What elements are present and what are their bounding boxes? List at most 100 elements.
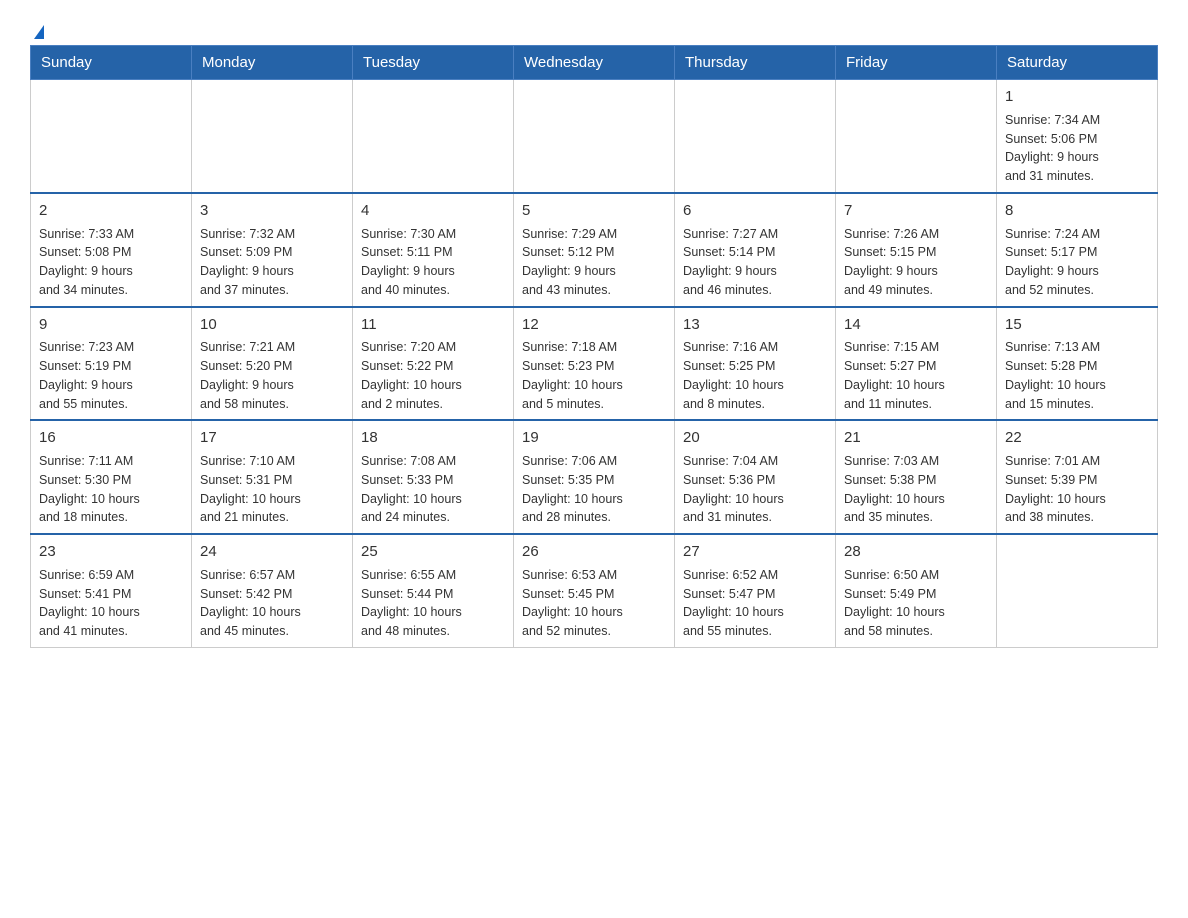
- calendar-cell: [836, 80, 997, 193]
- day-info: Sunrise: 7:30 AM Sunset: 5:11 PM Dayligh…: [361, 225, 505, 300]
- calendar-week-row: 16 Sunrise: 7:11 AM Sunset: 5:30 PM Dayli…: [31, 420, 1158, 534]
- day-number: 23: [39, 541, 183, 563]
- day-number: 12: [522, 314, 666, 336]
- day-number: 21: [844, 427, 988, 449]
- day-info: Sunrise: 7:27 AM Sunset: 5:14 PM Dayligh…: [683, 225, 827, 300]
- day-number: 11: [361, 314, 505, 336]
- day-number: 14: [844, 314, 988, 336]
- day-header-tuesday: Tuesday: [353, 46, 514, 80]
- day-info: Sunrise: 7:16 AM Sunset: 5:25 PM Dayligh…: [683, 338, 827, 413]
- day-number: 25: [361, 541, 505, 563]
- day-header-thursday: Thursday: [675, 46, 836, 80]
- calendar-cell: 20 Sunrise: 7:04 AM Sunset: 5:36 PM Dayli…: [675, 420, 836, 534]
- day-number: 16: [39, 427, 183, 449]
- calendar-cell: 23 Sunrise: 6:59 AM Sunset: 5:41 PM Dayli…: [31, 534, 192, 647]
- day-info: Sunrise: 6:50 AM Sunset: 5:49 PM Dayligh…: [844, 566, 988, 641]
- calendar-cell: 10Sunrise: 7:21 AM Sunset: 5:20 PM Dayli…: [192, 307, 353, 421]
- day-info: Sunrise: 7:23 AM Sunset: 5:19 PM Dayligh…: [39, 338, 183, 413]
- day-number: 6: [683, 200, 827, 222]
- calendar-cell: [997, 534, 1158, 647]
- day-info: Sunrise: 7:01 AM Sunset: 5:39 PM Dayligh…: [1005, 452, 1149, 527]
- logo-text: [30, 25, 44, 39]
- calendar-cell: [353, 80, 514, 193]
- day-number: 2: [39, 200, 183, 222]
- calendar-cell: 13Sunrise: 7:16 AM Sunset: 5:25 PM Dayli…: [675, 307, 836, 421]
- day-number: 28: [844, 541, 988, 563]
- calendar-cell: 12Sunrise: 7:18 AM Sunset: 5:23 PM Dayli…: [514, 307, 675, 421]
- logo: [30, 20, 44, 35]
- day-number: 5: [522, 200, 666, 222]
- calendar-cell: 8 Sunrise: 7:24 AM Sunset: 5:17 PM Daylig…: [997, 193, 1158, 307]
- day-info: Sunrise: 7:33 AM Sunset: 5:08 PM Dayligh…: [39, 225, 183, 300]
- day-info: Sunrise: 7:03 AM Sunset: 5:38 PM Dayligh…: [844, 452, 988, 527]
- day-info: Sunrise: 7:29 AM Sunset: 5:12 PM Dayligh…: [522, 225, 666, 300]
- day-number: 3: [200, 200, 344, 222]
- day-info: Sunrise: 6:53 AM Sunset: 5:45 PM Dayligh…: [522, 566, 666, 641]
- day-info: Sunrise: 7:20 AM Sunset: 5:22 PM Dayligh…: [361, 338, 505, 413]
- calendar-cell: 18 Sunrise: 7:08 AM Sunset: 5:33 PM Dayli…: [353, 420, 514, 534]
- day-number: 1: [1005, 86, 1149, 108]
- day-info: Sunrise: 7:24 AM Sunset: 5:17 PM Dayligh…: [1005, 225, 1149, 300]
- day-header-friday: Friday: [836, 46, 997, 80]
- day-number: 9: [39, 314, 183, 336]
- day-info: Sunrise: 7:21 AM Sunset: 5:20 PM Dayligh…: [200, 338, 344, 413]
- page-header: [30, 20, 1158, 35]
- day-number: 18: [361, 427, 505, 449]
- day-info: Sunrise: 7:18 AM Sunset: 5:23 PM Dayligh…: [522, 338, 666, 413]
- calendar-cell: [31, 80, 192, 193]
- calendar-cell: 15Sunrise: 7:13 AM Sunset: 5:28 PM Dayli…: [997, 307, 1158, 421]
- calendar-week-row: 23 Sunrise: 6:59 AM Sunset: 5:41 PM Dayli…: [31, 534, 1158, 647]
- calendar-cell: 25Sunrise: 6:55 AM Sunset: 5:44 PM Dayli…: [353, 534, 514, 647]
- day-info: Sunrise: 7:08 AM Sunset: 5:33 PM Dayligh…: [361, 452, 505, 527]
- day-info: Sunrise: 7:10 AM Sunset: 5:31 PM Dayligh…: [200, 452, 344, 527]
- day-number: 19: [522, 427, 666, 449]
- calendar-week-row: 2 Sunrise: 7:33 AM Sunset: 5:08 PM Daylig…: [31, 193, 1158, 307]
- day-info: Sunrise: 7:06 AM Sunset: 5:35 PM Dayligh…: [522, 452, 666, 527]
- day-header-sunday: Sunday: [31, 46, 192, 80]
- calendar-week-row: 1 Sunrise: 7:34 AM Sunset: 5:06 PM Daylig…: [31, 80, 1158, 193]
- calendar-cell: 2 Sunrise: 7:33 AM Sunset: 5:08 PM Daylig…: [31, 193, 192, 307]
- calendar-cell: 16 Sunrise: 7:11 AM Sunset: 5:30 PM Dayli…: [31, 420, 192, 534]
- calendar-header-row: SundayMondayTuesdayWednesdayThursdayFrid…: [31, 46, 1158, 80]
- calendar-week-row: 9Sunrise: 7:23 AM Sunset: 5:19 PM Daylig…: [31, 307, 1158, 421]
- day-info: Sunrise: 7:34 AM Sunset: 5:06 PM Dayligh…: [1005, 111, 1149, 186]
- day-info: Sunrise: 6:57 AM Sunset: 5:42 PM Dayligh…: [200, 566, 344, 641]
- day-header-monday: Monday: [192, 46, 353, 80]
- calendar-cell: 9Sunrise: 7:23 AM Sunset: 5:19 PM Daylig…: [31, 307, 192, 421]
- calendar-cell: 11Sunrise: 7:20 AM Sunset: 5:22 PM Dayli…: [353, 307, 514, 421]
- calendar-table: SundayMondayTuesdayWednesdayThursdayFrid…: [30, 45, 1158, 648]
- day-number: 8: [1005, 200, 1149, 222]
- day-number: 13: [683, 314, 827, 336]
- day-header-wednesday: Wednesday: [514, 46, 675, 80]
- calendar-cell: 21 Sunrise: 7:03 AM Sunset: 5:38 PM Dayli…: [836, 420, 997, 534]
- calendar-cell: [192, 80, 353, 193]
- day-number: 20: [683, 427, 827, 449]
- calendar-cell: [514, 80, 675, 193]
- day-info: Sunrise: 6:59 AM Sunset: 5:41 PM Dayligh…: [39, 566, 183, 641]
- day-info: Sunrise: 7:32 AM Sunset: 5:09 PM Dayligh…: [200, 225, 344, 300]
- calendar-cell: 17 Sunrise: 7:10 AM Sunset: 5:31 PM Dayli…: [192, 420, 353, 534]
- day-info: Sunrise: 6:52 AM Sunset: 5:47 PM Dayligh…: [683, 566, 827, 641]
- day-number: 17: [200, 427, 344, 449]
- calendar-cell: 1 Sunrise: 7:34 AM Sunset: 5:06 PM Daylig…: [997, 80, 1158, 193]
- calendar-cell: 3 Sunrise: 7:32 AM Sunset: 5:09 PM Daylig…: [192, 193, 353, 307]
- calendar-cell: 6 Sunrise: 7:27 AM Sunset: 5:14 PM Daylig…: [675, 193, 836, 307]
- calendar-cell: 27 Sunrise: 6:52 AM Sunset: 5:47 PM Dayli…: [675, 534, 836, 647]
- day-info: Sunrise: 7:26 AM Sunset: 5:15 PM Dayligh…: [844, 225, 988, 300]
- day-info: Sunrise: 7:11 AM Sunset: 5:30 PM Dayligh…: [39, 452, 183, 527]
- calendar-cell: 7Sunrise: 7:26 AM Sunset: 5:15 PM Daylig…: [836, 193, 997, 307]
- day-number: 26: [522, 541, 666, 563]
- day-info: Sunrise: 7:13 AM Sunset: 5:28 PM Dayligh…: [1005, 338, 1149, 413]
- calendar-cell: 24 Sunrise: 6:57 AM Sunset: 5:42 PM Dayli…: [192, 534, 353, 647]
- day-info: Sunrise: 7:04 AM Sunset: 5:36 PM Dayligh…: [683, 452, 827, 527]
- calendar-cell: 28 Sunrise: 6:50 AM Sunset: 5:49 PM Dayli…: [836, 534, 997, 647]
- day-number: 24: [200, 541, 344, 563]
- day-info: Sunrise: 7:15 AM Sunset: 5:27 PM Dayligh…: [844, 338, 988, 413]
- calendar-cell: 19 Sunrise: 7:06 AM Sunset: 5:35 PM Dayli…: [514, 420, 675, 534]
- calendar-cell: 5 Sunrise: 7:29 AM Sunset: 5:12 PM Daylig…: [514, 193, 675, 307]
- day-number: 27: [683, 541, 827, 563]
- calendar-cell: [675, 80, 836, 193]
- calendar-cell: 4Sunrise: 7:30 AM Sunset: 5:11 PM Daylig…: [353, 193, 514, 307]
- calendar-cell: 22Sunrise: 7:01 AM Sunset: 5:39 PM Dayli…: [997, 420, 1158, 534]
- day-number: 10: [200, 314, 344, 336]
